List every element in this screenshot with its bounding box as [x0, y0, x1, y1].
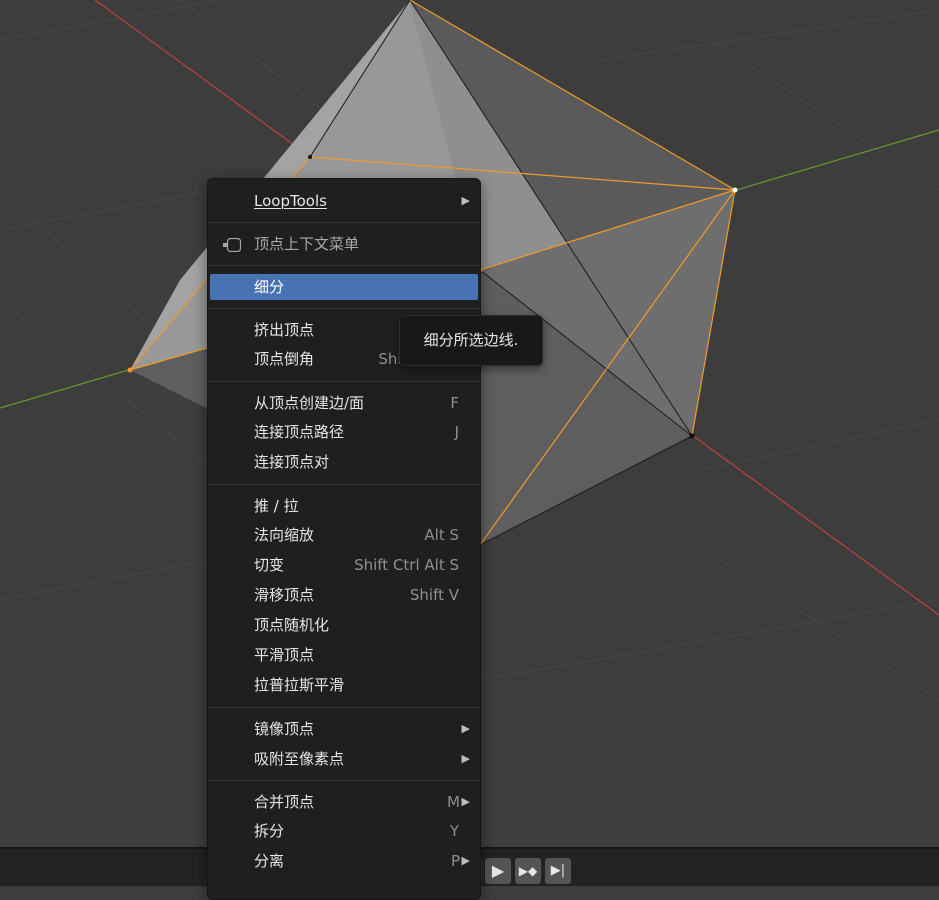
menu-item-shortcut: M [447, 793, 460, 811]
menu-separator [208, 222, 480, 223]
menu-item-label: 分离 [254, 852, 285, 870]
menu-item-label: 顶点随机化 [254, 616, 330, 634]
menu-item-merge-vertices[interactable]: 合并顶点 M ▶ [210, 789, 478, 815]
menu-item-label: 细分 [254, 278, 285, 296]
menu-item-label: 合并顶点 [254, 793, 315, 811]
menu-item-label: 连接顶点对 [254, 453, 330, 471]
menu-item-shortcut: Shift V [409, 586, 459, 604]
menu-item-mirror-vertices[interactable]: 镜像顶点 ▶ [210, 716, 478, 742]
menu-item-shear[interactable]: 切变 Shift Ctrl Alt S [210, 552, 478, 578]
tooltip: 细分所选边线. [399, 315, 543, 366]
submenu-arrow-icon: ▶ [461, 194, 470, 207]
submenu-arrow-icon: ▶ [461, 795, 470, 808]
menu-item-looptools[interactable]: LoopTools ▶ [210, 188, 478, 214]
menu-title: 顶点上下文菜单 [210, 231, 478, 257]
menu-item-label: 挤出顶点 [254, 321, 315, 339]
play-button[interactable]: ▶ [485, 858, 511, 884]
menu-item-push-pull[interactable]: 推 / 拉 [210, 493, 478, 519]
submenu-arrow-icon: ▶ [461, 854, 470, 867]
menu-separator [208, 308, 480, 309]
menu-item-separate[interactable]: 分离 P ▶ [210, 848, 478, 874]
menu-item-shortcut: P [450, 852, 460, 870]
menu-item-label: 连接顶点路径 [254, 423, 345, 441]
menu-item-label: 拉普拉斯平滑 [254, 676, 345, 694]
menu-item-subdivide[interactable]: 细分 [210, 274, 478, 300]
menu-item-split[interactable]: 拆分 Y [210, 818, 478, 844]
menu-item-shortcut: J [454, 423, 459, 441]
menu-item-randomize-vertices[interactable]: 顶点随机化 [210, 612, 478, 638]
menu-item-label: 拆分 [254, 822, 285, 840]
menu-item-shortcut: Y [449, 822, 459, 840]
menu-separator [208, 780, 480, 781]
menu-item-label: 推 / 拉 [254, 497, 299, 515]
menu-item-label: 平滑顶点 [254, 646, 315, 664]
menu-item-shortcut: F [450, 394, 459, 412]
menu-item-shortcut: Shift Ctrl Alt S [354, 556, 459, 574]
menu-item-snap-to-pixel[interactable]: 吸附至像素点 ▶ [210, 746, 478, 772]
next-keyframe-icon: ▶◆ [518, 864, 538, 878]
play-icon: ▶ [491, 861, 505, 880]
submenu-arrow-icon: ▶ [461, 752, 470, 765]
menu-item-label: 镜像顶点 [254, 720, 315, 738]
menu-item-connect-vertex-pairs[interactable]: 连接顶点对 [210, 449, 478, 475]
menu-item-label: 滑移顶点 [254, 586, 315, 604]
menu-item-new-edge-face[interactable]: 从顶点创建边/面 F [210, 390, 478, 416]
menu-item-label: 吸附至像素点 [254, 750, 345, 768]
menu-item-smooth-vertices[interactable]: 平滑顶点 [210, 642, 478, 668]
menu-separator [208, 484, 480, 485]
menu-item-slide-vertices[interactable]: 滑移顶点 Shift V [210, 582, 478, 608]
menu-separator [208, 265, 480, 266]
menu-separator [208, 381, 480, 382]
menu-title-label: 顶点上下文菜单 [254, 235, 360, 253]
menu-item-shrink-fatten[interactable]: 法向缩放 Alt S [210, 522, 478, 548]
menu-item-label: 从顶点创建边/面 [254, 394, 365, 412]
menu-item-label: 切变 [254, 556, 285, 574]
jump-end-icon: ▶| [550, 863, 566, 878]
jump-end-button[interactable]: ▶| [545, 858, 571, 884]
submenu-arrow-icon: ▶ [461, 722, 470, 735]
vertex-context-menu: LoopTools ▶ 顶点上下文菜单 细分 挤出顶点 顶点倒角 Shift C… [207, 178, 481, 900]
context-menu-icon [223, 238, 241, 252]
menu-item-label: LoopTools [254, 192, 327, 210]
menu-separator [208, 707, 480, 708]
next-keyframe-button[interactable]: ▶◆ [515, 858, 541, 884]
menu-item-shortcut: Alt S [424, 526, 459, 544]
menu-item-laplacian-smooth[interactable]: 拉普拉斯平滑 [210, 672, 478, 698]
tooltip-text: 细分所选边线. [423, 331, 519, 349]
menu-item-label: 法向缩放 [254, 526, 315, 544]
menu-item-label: 顶点倒角 [254, 350, 315, 368]
menu-item-connect-vertex-path[interactable]: 连接顶点路径 J [210, 419, 478, 445]
